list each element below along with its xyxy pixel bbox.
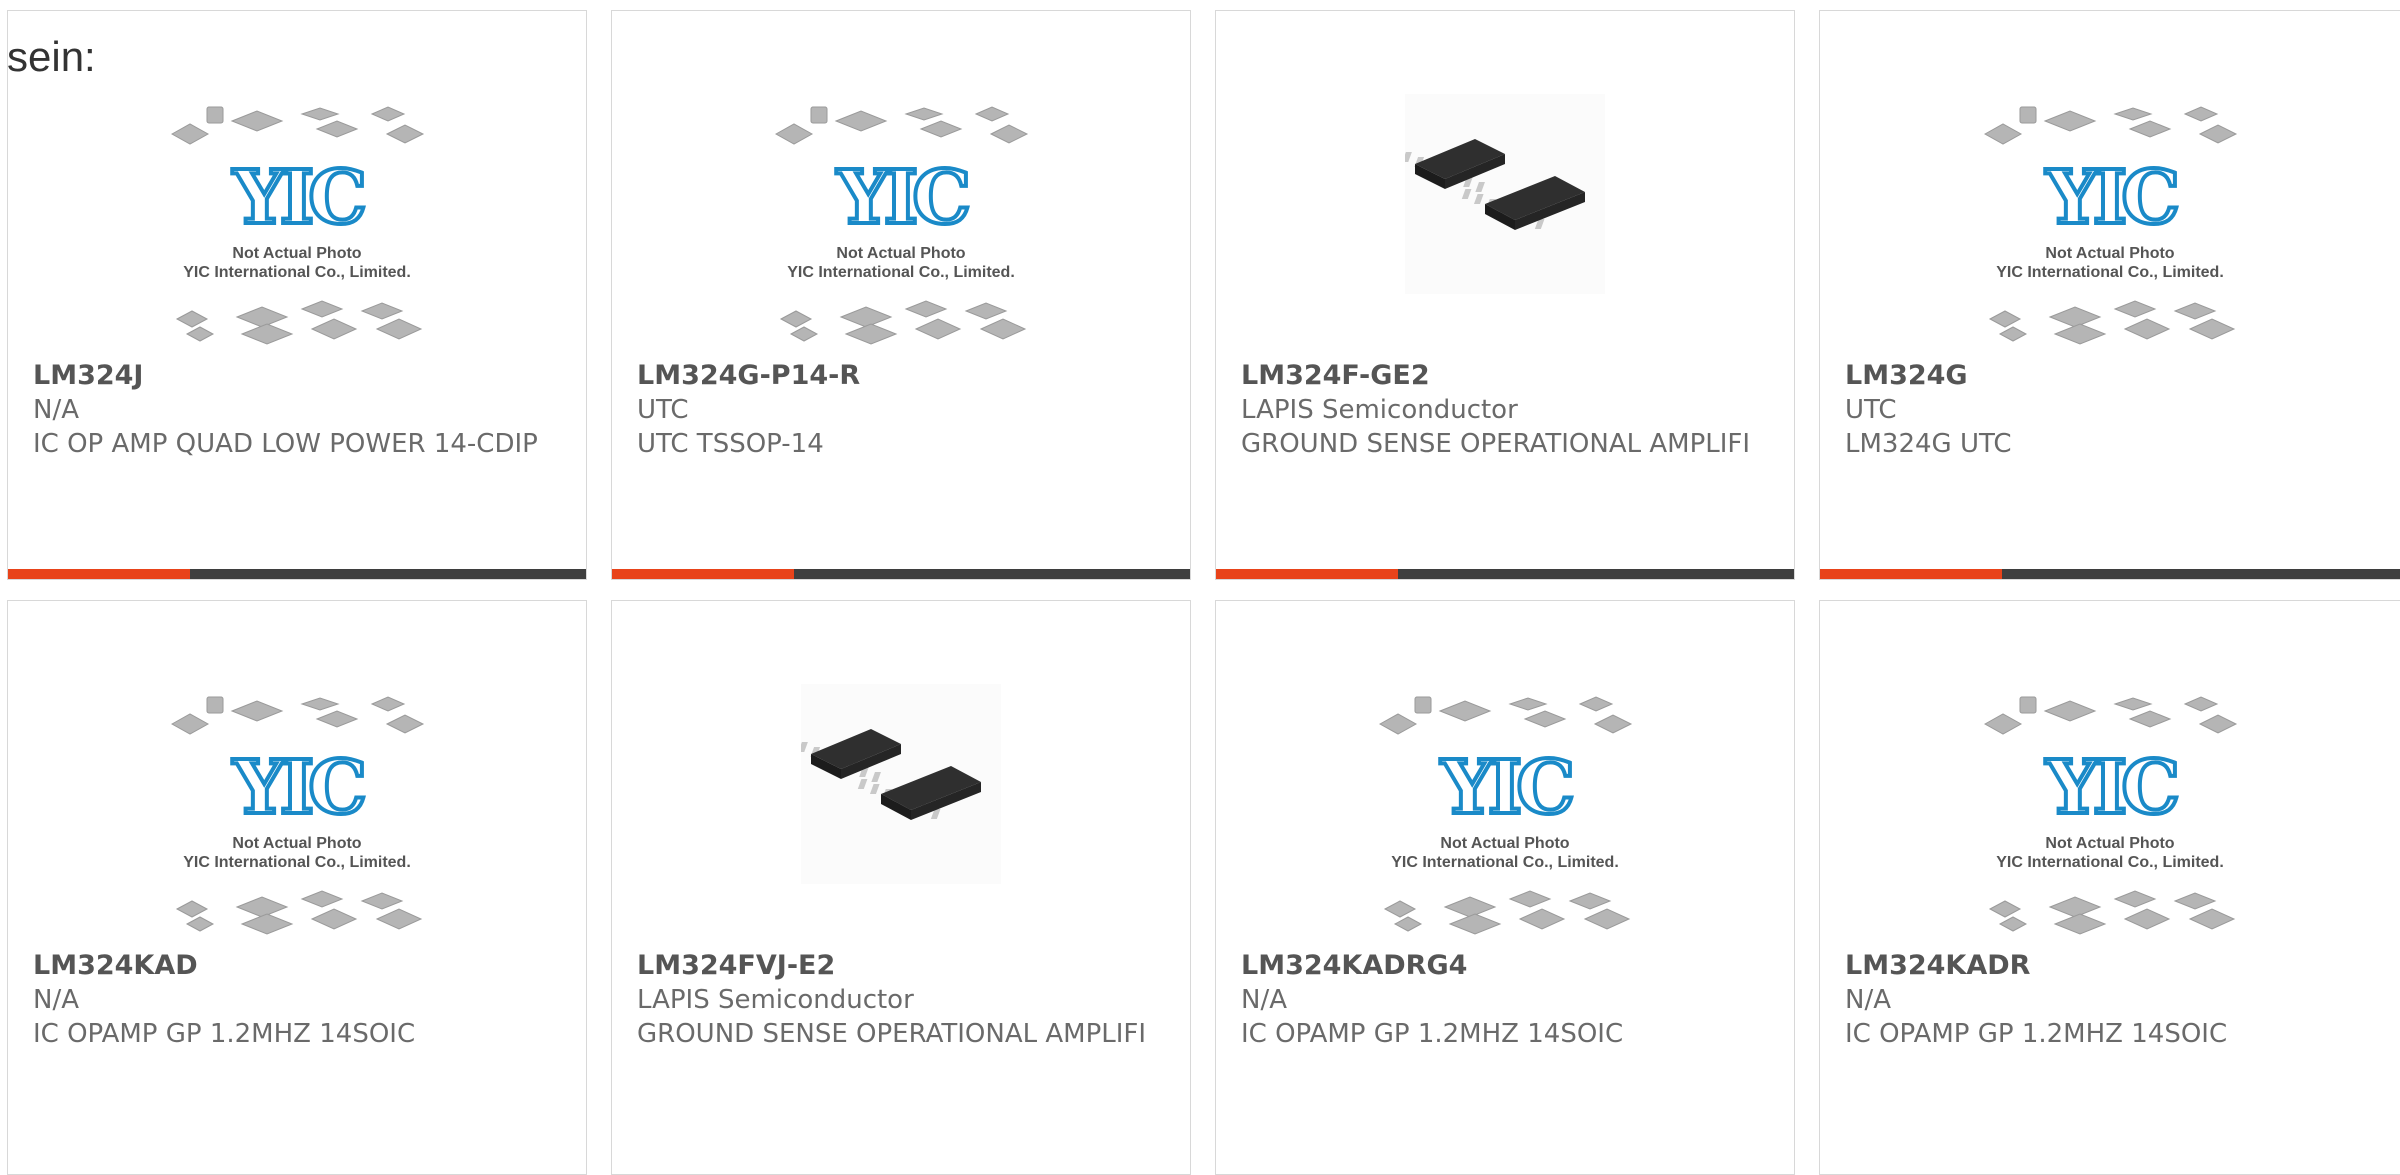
product-image[interactable]: YIC Not Actual Photo YIC International Co.… [1820, 689, 2400, 937]
card-accent-bar [612, 569, 1190, 579]
yic-logo: YIC [231, 745, 369, 831]
part-number-link[interactable]: LM324KAD [33, 949, 566, 983]
part-number-link[interactable]: LM324FVJ-E2 [637, 949, 1170, 983]
placeholder-image: YIC Not Actual Photo YIC International Co.… [1370, 689, 1640, 937]
yic-logo: YIC [2044, 155, 2182, 241]
manufacturer: N/A [1241, 985, 1287, 1015]
placeholder-image: YIC Not Actual Photo YIC International Co.… [1975, 689, 2245, 937]
yic-logo: YIC [1439, 745, 1577, 831]
yic-logo: YIC [2044, 745, 2182, 831]
manufacturer: N/A [33, 985, 79, 1015]
part-number-link[interactable]: LM324G [1845, 359, 2380, 393]
placeholder-caption-1: Not Actual Photo [232, 245, 362, 262]
placeholder-caption-2: YIC International Co., Limited. [1996, 854, 2224, 871]
placeholder-image: YIC Not Actual Photo YIC International Co.… [162, 99, 432, 347]
part-number-link[interactable]: LM324J [33, 359, 566, 393]
yic-logo: YIC [835, 155, 973, 241]
product-card[interactable]: LM324F-GE2 LAPIS Semiconductor GROUND SE… [1215, 10, 1795, 580]
placeholder-caption-2: YIC International Co., Limited. [183, 264, 411, 281]
card-accent-bar [1216, 569, 1794, 579]
placeholder-caption-2: YIC International Co., Limited. [183, 854, 411, 871]
product-card[interactable]: YIC Not Actual Photo YIC International Co.… [7, 600, 587, 1175]
description: IC OPAMP GP 1.2MHZ 14SOIC [33, 1019, 416, 1049]
product-image[interactable] [612, 684, 1190, 937]
card-accent-bar [1820, 569, 2400, 579]
description: IC OPAMP GP 1.2MHZ 14SOIC [1845, 1019, 2228, 1049]
lead-text: sein: [7, 33, 96, 80]
placeholder-caption-1: Not Actual Photo [1440, 835, 1570, 852]
placeholder-image: YIC Not Actual Photo YIC International Co.… [1975, 99, 2245, 347]
part-number-link[interactable]: LM324G-P14-R [637, 359, 1170, 393]
placeholder-caption-1: Not Actual Photo [232, 835, 362, 852]
part-number-link[interactable]: LM324KADRG4 [1241, 949, 1774, 983]
placeholder-caption-2: YIC International Co., Limited. [1996, 264, 2224, 281]
placeholder-caption-2: YIC International Co., Limited. [1391, 854, 1619, 871]
product-image[interactable]: YIC Not Actual Photo YIC International Co.… [612, 99, 1190, 347]
manufacturer: N/A [33, 395, 79, 425]
description: UTC TSSOP-14 [637, 429, 824, 459]
product-image[interactable]: YIC Not Actual Photo YIC International Co.… [8, 689, 586, 937]
placeholder-caption-1: Not Actual Photo [2045, 835, 2175, 852]
description: GROUND SENSE OPERATIONAL AMPLIFI [637, 1019, 1147, 1049]
placeholder-image: YIC Not Actual Photo YIC International Co.… [766, 99, 1036, 347]
placeholder-caption-2: YIC International Co., Limited. [787, 264, 1015, 281]
manufacturer: N/A [1845, 985, 1891, 1015]
description: LM324G UTC [1845, 429, 2012, 459]
product-image[interactable]: YIC Not Actual Photo YIC International Co.… [1216, 689, 1794, 937]
description: GROUND SENSE OPERATIONAL AMPLIFI [1241, 429, 1751, 459]
part-number-link[interactable]: LM324F-GE2 [1241, 359, 1774, 393]
product-card[interactable]: LM324FVJ-E2 LAPIS Semiconductor GROUND S… [611, 600, 1191, 1175]
manufacturer: LAPIS Semiconductor [637, 985, 914, 1015]
product-image[interactable]: YIC Not Actual Photo YIC International Co.… [1820, 99, 2400, 347]
product-image[interactable]: YIC Not Actual Photo YIC International Co.… [8, 99, 586, 347]
product-card[interactable]: YIC Not Actual Photo YIC International Co.… [1819, 10, 2400, 580]
product-card[interactable]: YIC Not Actual Photo YIC International Co.… [1819, 600, 2400, 1175]
description: IC OPAMP GP 1.2MHZ 14SOIC [1241, 1019, 1624, 1049]
placeholder-caption-1: Not Actual Photo [2045, 245, 2175, 262]
card-accent-bar [8, 569, 586, 579]
product-card[interactable]: YIC Not Actual Photo YIC International Co.… [611, 10, 1191, 580]
part-number-link[interactable]: LM324KADR [1845, 949, 2380, 983]
product-card[interactable]: YIC Not Actual Photo YIC International Co.… [7, 10, 587, 580]
placeholder-caption-1: Not Actual Photo [836, 245, 966, 262]
description: IC OP AMP QUAD LOW POWER 14-CDIP [33, 429, 538, 459]
yic-logo: YIC [231, 155, 369, 241]
manufacturer: UTC [1845, 395, 1897, 425]
product-card[interactable]: YIC Not Actual Photo YIC International Co.… [1215, 600, 1795, 1175]
placeholder-image: YIC Not Actual Photo YIC International Co.… [162, 689, 432, 937]
manufacturer: LAPIS Semiconductor [1241, 395, 1518, 425]
product-image[interactable] [1216, 94, 1794, 347]
manufacturer: UTC [637, 395, 689, 425]
